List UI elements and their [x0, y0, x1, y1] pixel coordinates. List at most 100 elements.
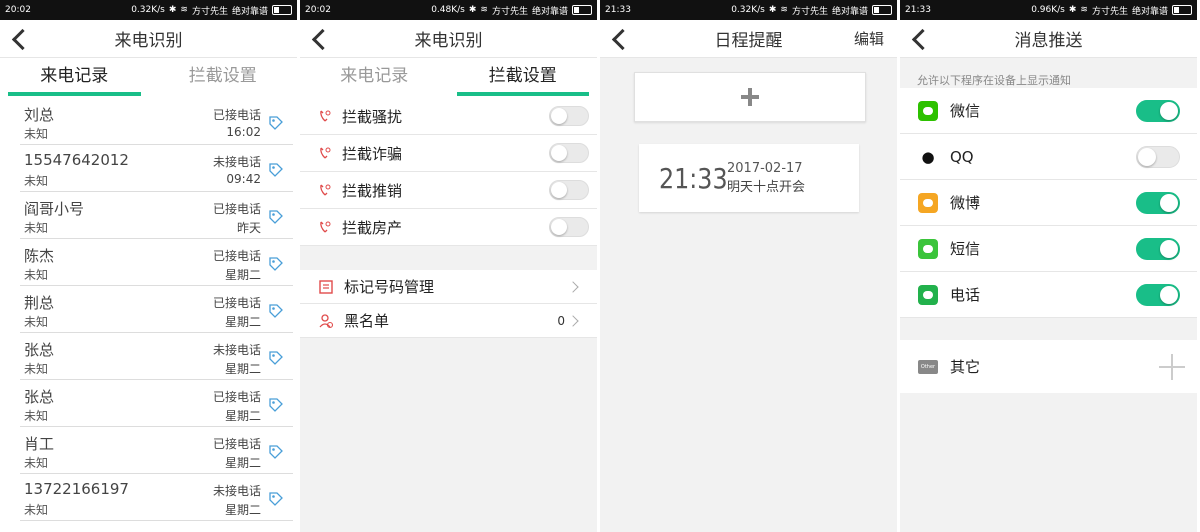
call-row[interactable]: 张总 未知 未接电话 星期二	[20, 333, 293, 380]
tab-call-records[interactable]: 来电记录	[300, 58, 449, 98]
back-arrow-icon[interactable]	[310, 29, 328, 49]
call-row[interactable]: 15547642012 未知 未接电话 09:42	[20, 145, 293, 192]
caller-name: 肖工	[24, 435, 55, 453]
caller-location: 未知	[24, 503, 49, 517]
app-label: 微博	[950, 194, 981, 212]
title-bar: 日程提醒 编辑	[600, 20, 897, 58]
panel-notifications: 21:33 0.96K/s ✱ ≋ 方寸先生 绝对靠谱 消息推送 允许以下程序在…	[900, 0, 1197, 532]
back-arrow-icon[interactable]	[610, 29, 628, 49]
call-time: 星期二	[224, 503, 261, 517]
app-toggle[interactable]	[1136, 99, 1180, 122]
page-title: 来电识别	[114, 31, 183, 51]
call-row[interactable]: 陈杰 未知 已接电话 星期二	[20, 239, 293, 286]
tab-bar: 来电记录 拦截设置	[0, 58, 297, 98]
block-option-toggle[interactable]	[549, 180, 589, 200]
call-list: 刘总 未知 已接电话 16:02 15547642012 未知 未接电话 09:42 阎哥小号未…	[0, 98, 297, 521]
call-row[interactable]: 张总 未知 已接电话 星期二	[20, 380, 293, 427]
carrier-1: 方寸先生	[491, 6, 528, 17]
app-label: 电话	[950, 286, 981, 304]
chevron-right-icon	[567, 314, 579, 327]
app-label: QQ	[950, 147, 974, 166]
notification-hint: 允许以下程序在设备上显示通知	[917, 74, 1071, 87]
block-option-toggle[interactable]	[549, 106, 589, 126]
blacklist-label: 黑名单	[344, 312, 390, 330]
bluetooth-icon: ✱	[168, 5, 177, 15]
edit-button[interactable]: 编辑	[854, 28, 884, 49]
status-time: 21:33	[905, 5, 931, 15]
call-status: 已接电话	[212, 390, 261, 404]
tag-icon[interactable]	[267, 114, 285, 132]
block-option-toggle[interactable]	[549, 143, 589, 163]
block-option-label: 拦截诈骗	[342, 144, 403, 163]
app-notification-list: 微信 ● QQ 微博短信电话	[900, 88, 1197, 318]
tab-block-settings[interactable]: 拦截设置	[449, 58, 598, 98]
block-option-toggle[interactable]	[549, 217, 589, 237]
app-row: 短信	[900, 226, 1197, 272]
qq-icon: ●	[921, 147, 935, 166]
tab-block-settings[interactable]: 拦截设置	[149, 58, 298, 98]
wifi-icon: ≋	[180, 5, 188, 15]
carrier-1: 方寸先生	[191, 6, 228, 17]
block-option-label: 拦截骚扰	[342, 107, 403, 126]
call-time: 昨天	[236, 221, 261, 235]
call-status: 已接电话	[212, 437, 261, 451]
caller-name: 张总	[24, 341, 55, 359]
call-row[interactable]: 刘总 未知 已接电话 16:02	[20, 98, 293, 145]
add-schedule-button[interactable]	[634, 72, 866, 122]
schedule-item[interactable]: 21:33 2017-02-17 明天十点开会	[639, 144, 859, 212]
caller-location: 未知	[24, 456, 49, 470]
status-bar: 21:33 0.32K/s ✱ ≋ 方寸先生 绝对靠谱	[600, 0, 897, 20]
add-app-icon[interactable]	[1159, 353, 1185, 380]
caller-name: 张总	[24, 388, 55, 406]
tag-icon[interactable]	[267, 255, 285, 273]
back-arrow-icon[interactable]	[910, 29, 928, 49]
section-divider	[900, 318, 1197, 340]
tag-icon[interactable]	[267, 490, 285, 508]
tab-call-records[interactable]: 来电记录	[0, 58, 149, 98]
call-time: 星期二	[224, 268, 261, 282]
caller-name: 15547642012	[24, 151, 129, 169]
call-status: 未接电话	[212, 343, 261, 357]
carrier-1: 方寸先生	[791, 6, 828, 17]
tag-icon[interactable]	[267, 302, 285, 320]
other-label: 其它	[950, 358, 981, 376]
call-row[interactable]: 阎哥小号 未知 已接电话 昨天	[20, 192, 293, 239]
other-apps-row[interactable]: Other 其它	[900, 340, 1197, 393]
call-row[interactable]: 荆总 未知 已接电话 星期二	[20, 286, 293, 333]
tag-icon[interactable]	[267, 161, 285, 179]
page-title: 消息推送	[1014, 31, 1083, 51]
call-time: 16:02	[226, 125, 261, 139]
block-options-list: 拦截骚扰 拦截诈骗 拦截推销 拦截房产	[300, 98, 597, 246]
schedule-text: 明天十点开会	[727, 180, 806, 195]
bluetooth-icon: ✱	[1068, 5, 1077, 15]
status-time: 20:02	[5, 5, 31, 15]
network-speed: 0.32K/s	[131, 5, 165, 15]
wifi-icon: ≋	[780, 5, 788, 15]
tag-icon[interactable]	[267, 349, 285, 367]
call-status: 已接电话	[212, 296, 261, 310]
realestate-icon	[320, 221, 331, 233]
page-title: 来电识别	[414, 31, 483, 51]
app-toggle[interactable]	[1136, 191, 1180, 214]
call-time: 星期二	[224, 315, 261, 329]
app-toggle[interactable]	[1136, 237, 1180, 260]
tag-icon[interactable]	[267, 208, 285, 226]
marked-list-icon	[319, 279, 333, 294]
carrier-1: 方寸先生	[1091, 6, 1128, 17]
panel-call-log: 20:02 0.32K/s ✱ ≋ 方寸先生 绝对靠谱 来电识别 来电记录 拦截…	[0, 0, 297, 532]
call-row[interactable]: 13722166197 未知 未接电话 星期二	[20, 474, 293, 521]
app-row: 微信	[900, 88, 1197, 134]
app-toggle[interactable]	[1136, 283, 1180, 306]
call-row[interactable]: 肖工 未知 已接电话 星期二	[20, 427, 293, 474]
app-toggle[interactable]	[1136, 145, 1180, 168]
call-status: 未接电话	[212, 155, 261, 169]
app-row: 电话	[900, 272, 1197, 318]
tag-icon[interactable]	[267, 396, 285, 414]
status-bar: 21:33 0.96K/s ✱ ≋ 方寸先生 绝对靠谱	[900, 0, 1197, 20]
call-status: 未接电话	[212, 484, 261, 498]
back-arrow-icon[interactable]	[10, 29, 28, 49]
marked-numbers-row[interactable]: 标记号码管理	[300, 270, 597, 304]
blacklist-row[interactable]: 黑名单 0	[300, 304, 597, 338]
tag-icon[interactable]	[267, 443, 285, 461]
caller-location: 未知	[24, 362, 49, 376]
